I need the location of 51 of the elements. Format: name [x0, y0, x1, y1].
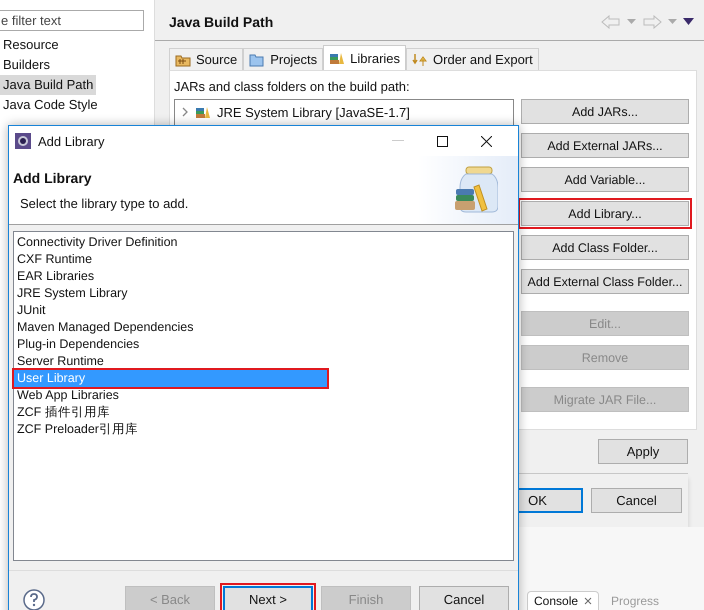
filter-field[interactable]: e filter text	[0, 10, 144, 31]
help-icon[interactable]	[23, 588, 45, 610]
wizard-button[interactable]: Next >	[223, 586, 313, 610]
list-item[interactable]: JRE System Library	[14, 285, 513, 302]
action-button[interactable]: Add JARs...	[521, 99, 689, 124]
view-tab[interactable]: Console	[527, 591, 600, 610]
books-icon	[195, 105, 211, 119]
list-item[interactable]: ZCF 插件引用库	[14, 404, 513, 421]
list-item[interactable]: Web App Libraries	[14, 387, 513, 404]
list-item[interactable]: ZCF Preloader引用库	[14, 421, 513, 438]
tab[interactable]: Libraries	[323, 45, 406, 70]
gear-icon	[15, 133, 31, 149]
reorder-arrows-icon	[412, 52, 428, 66]
maximize-icon[interactable]	[437, 136, 448, 146]
nav-item[interactable]: Java Build Path	[0, 75, 96, 95]
tree-item[interactable]: JRE System Library [JavaSE-1.7]	[181, 102, 507, 122]
dialog-heading: Add Library	[13, 170, 92, 186]
dropdown-icon[interactable]	[627, 18, 636, 24]
expand-icon[interactable]	[181, 107, 189, 117]
action-button[interactable]: Add External JARs...	[521, 133, 689, 158]
list-item[interactable]: Maven Managed Dependencies	[14, 319, 513, 336]
dialog-button[interactable]: Cancel	[591, 488, 682, 513]
tab[interactable]: Order and Export	[406, 48, 539, 70]
list-item[interactable]: JUnit	[14, 302, 513, 319]
page-title: Java Build Path	[169, 14, 274, 30]
list-item[interactable]: Plug-in Dependencies	[14, 336, 513, 353]
dialog-title: Add Library	[38, 134, 106, 148]
dialog-description: Select the library type to add.	[19, 196, 188, 210]
build-path-label: JARs and class folders on the build path:	[174, 79, 411, 96]
nav-item[interactable]: Builders	[0, 55, 53, 75]
wizard-button[interactable]: Cancel	[419, 586, 509, 610]
nav-item[interactable]: Resource	[0, 35, 62, 55]
nav-item[interactable]: Java Code Style	[0, 95, 101, 115]
folder-icon	[249, 52, 266, 66]
apply-button[interactable]: Apply	[598, 439, 688, 464]
list-item[interactable]: Server Runtime	[14, 353, 513, 370]
jar-with-books-icon	[454, 165, 498, 215]
list-item[interactable]: Connectivity Driver Definition	[14, 234, 513, 251]
dropdown-icon[interactable]	[668, 18, 677, 24]
tab[interactable]: Source	[169, 48, 244, 70]
action-button[interactable]: Add Variable...	[521, 167, 689, 192]
action-button[interactable]: Add Library...	[521, 201, 689, 226]
close-icon[interactable]	[481, 136, 492, 146]
package-folder-icon	[175, 52, 191, 66]
list-item[interactable]: CXF Runtime	[14, 251, 513, 268]
action-button[interactable]: Add External Class Folder...	[521, 269, 689, 294]
books-icon	[329, 51, 346, 65]
tab[interactable]: Projects	[243, 48, 324, 70]
list-item[interactable]: EAR Libraries	[14, 268, 513, 285]
menu-icon[interactable]	[683, 18, 694, 25]
action-button[interactable]: Add Class Folder...	[521, 235, 689, 260]
